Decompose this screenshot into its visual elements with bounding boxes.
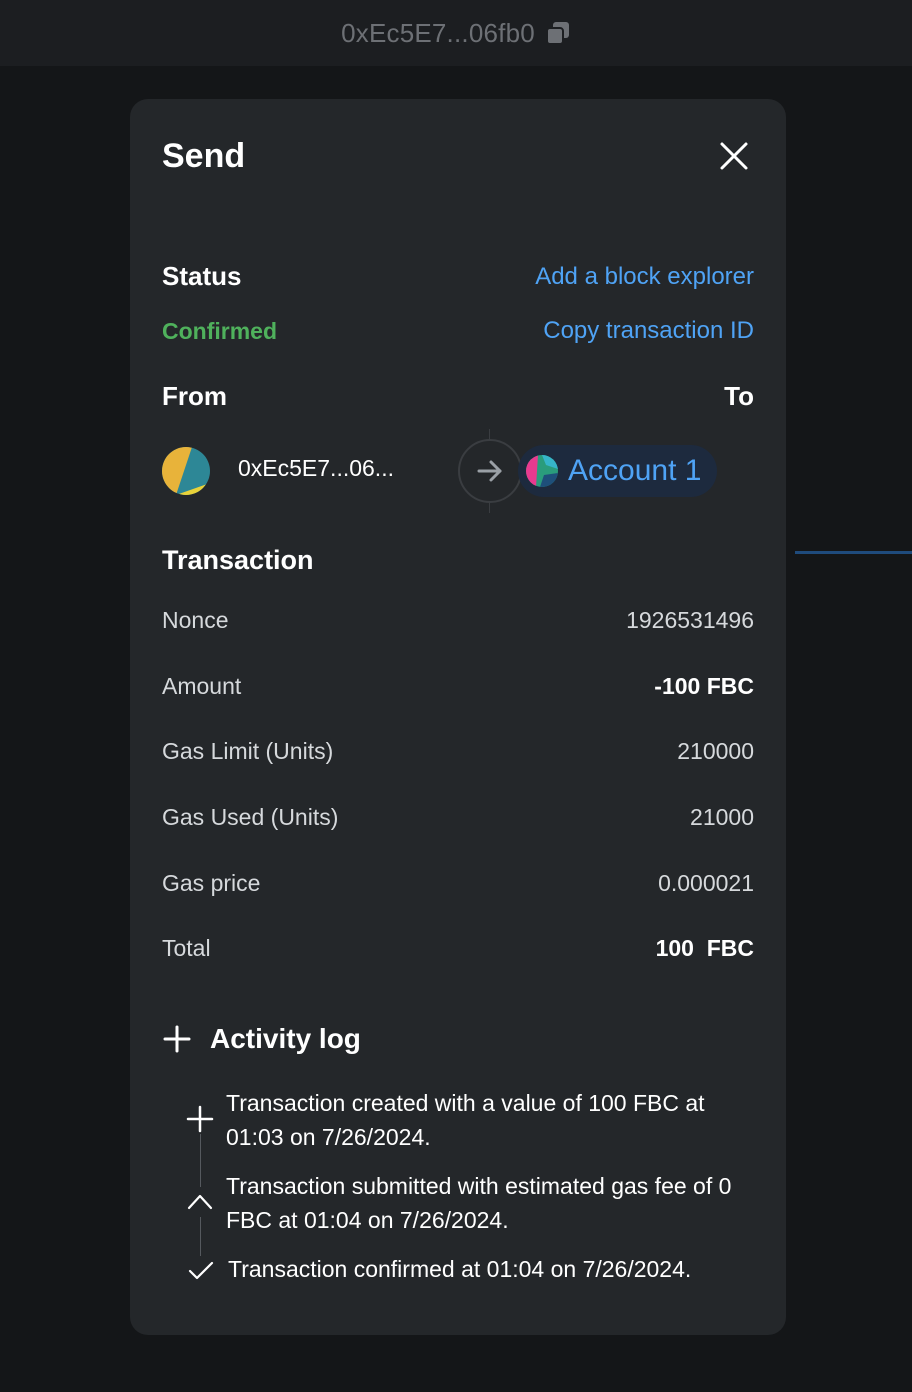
copy-icon[interactable]	[545, 20, 571, 46]
check-icon	[186, 1256, 216, 1286]
sender-recipient: 0xEc5E7...06... Account 1	[162, 429, 754, 513]
activity-log-text: Transaction confirmed at 01:04 on 7/26/2…	[228, 1256, 692, 1282]
from-avatar	[162, 447, 210, 495]
detail-value: 1926531496	[626, 607, 754, 633]
arrow-right-icon	[477, 460, 502, 482]
status-row: Status Add a block explorer	[162, 261, 754, 292]
plus-icon	[186, 1104, 214, 1134]
detail-label: Amount	[162, 673, 242, 699]
plus-icon	[163, 1025, 191, 1053]
modal-title: Send	[162, 136, 246, 175]
activity-log-text: Transaction submitted with estimated gas…	[226, 1173, 732, 1233]
to-avatar	[526, 455, 558, 487]
detail-row-gas-limit: Gas Limit (Units) 210000	[162, 738, 754, 765]
transaction-details-modal: Send Status Add a block explorer Confirm…	[130, 99, 786, 1335]
detail-label: Total	[162, 935, 211, 961]
modal-header: Send	[162, 133, 754, 179]
status-value-row: Confirmed Copy transaction ID	[162, 317, 754, 345]
close-icon	[720, 142, 748, 170]
detail-value: 0.000021	[658, 870, 754, 896]
activity-log-title: Activity log	[210, 1023, 361, 1054]
detail-label: Gas Limit (Units)	[162, 738, 334, 764]
account-address-bar: 0xEc5E7...06fb0	[0, 0, 912, 66]
detail-row-gas-used: Gas Used (Units) 21000	[162, 804, 754, 831]
transaction-section-title: Transaction	[162, 545, 314, 575]
activity-log-item: Transaction confirmed at 01:04 on 7/26/2…	[186, 1252, 754, 1286]
activity-log-toggle[interactable]: Activity log	[162, 1023, 361, 1055]
detail-row-gas-price: Gas price 0.000021	[162, 870, 754, 897]
from-label: From	[162, 381, 227, 411]
detail-value: 210000	[677, 738, 754, 764]
caret-up-icon	[186, 1187, 214, 1217]
detail-row-amount: Amount -100 FBC	[162, 673, 754, 700]
transfer-arrow	[458, 429, 522, 513]
activity-log-text: Transaction created with a value of 100 …	[226, 1090, 705, 1150]
detail-label: Gas Used (Units)	[162, 804, 339, 830]
account-address[interactable]: 0xEc5E7...06fb0	[341, 18, 535, 49]
detail-value: 21000	[690, 804, 754, 830]
recipient-account-pill[interactable]: Account 1	[518, 445, 718, 497]
to-account-name: Account 1	[568, 454, 702, 487]
close-button[interactable]	[714, 136, 754, 176]
activity-log-item: Transaction created with a value of 100 …	[186, 1086, 754, 1154]
copy-transaction-id-link[interactable]: Copy transaction ID	[543, 317, 754, 345]
from-to-header: From To	[162, 381, 754, 412]
add-block-explorer-link[interactable]: Add a block explorer	[535, 263, 754, 291]
to-label: To	[724, 381, 754, 411]
background-divider	[795, 551, 912, 554]
detail-label: Gas price	[162, 870, 261, 896]
status-badge: Confirmed	[162, 317, 277, 344]
detail-value: 100 FBC	[655, 935, 754, 961]
activity-log-item: Transaction submitted with estimated gas…	[186, 1169, 754, 1237]
status-label: Status	[162, 261, 242, 291]
arrow-circle	[458, 439, 522, 503]
detail-row-total: Total 100 FBC	[162, 935, 754, 962]
detail-label: Nonce	[162, 607, 229, 633]
detail-row-nonce: Nonce 1926531496	[162, 607, 754, 634]
detail-value: -100 FBC	[654, 673, 754, 699]
from-address[interactable]: 0xEc5E7...06...	[238, 455, 394, 482]
